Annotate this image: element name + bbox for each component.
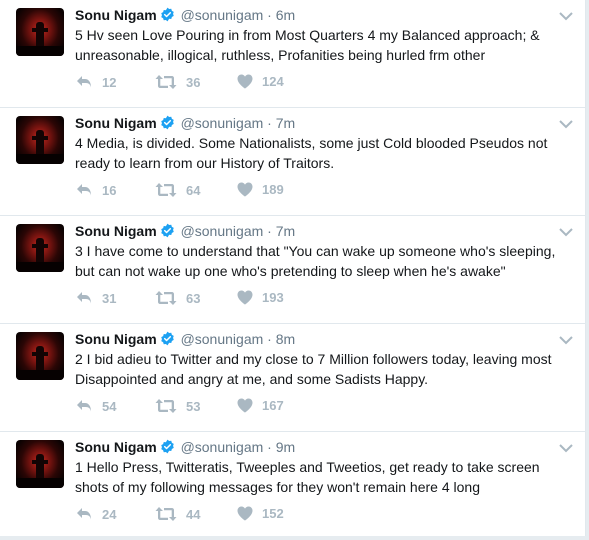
heart-icon <box>237 74 253 89</box>
chevron-down-icon[interactable] <box>559 332 573 350</box>
author-name[interactable]: Sonu Nigam <box>75 223 157 239</box>
heart-icon <box>237 506 253 521</box>
retweet-icon <box>155 506 177 522</box>
retweet-icon <box>155 74 177 90</box>
reply-count: 31 <box>102 290 117 306</box>
timestamp[interactable]: 9m <box>276 439 295 455</box>
reply-count: 16 <box>102 182 117 198</box>
tweet-header: Sonu Nigam @sonunigam · 7m <box>75 114 295 134</box>
reply-icon <box>75 506 93 522</box>
retweet-button[interactable]: 36 <box>155 74 200 90</box>
author-handle[interactable]: @sonunigam <box>181 439 264 455</box>
heart-icon <box>237 182 253 197</box>
chevron-down-icon[interactable] <box>559 440 573 458</box>
like-count: 152 <box>262 506 284 521</box>
avatar[interactable] <box>16 116 64 164</box>
retweet-button[interactable]: 44 <box>155 506 200 522</box>
author-handle[interactable]: @sonunigam <box>181 7 264 23</box>
tweet[interactable]: Sonu Nigam @sonunigam · 8m 2 I bid adieu… <box>0 324 585 432</box>
avatar[interactable] <box>16 440 64 488</box>
like-button[interactable]: 167 <box>237 398 284 413</box>
timestamp[interactable]: 7m <box>276 223 295 239</box>
author-name[interactable]: Sonu Nigam <box>75 439 157 455</box>
timestamp[interactable]: 7m <box>276 115 295 131</box>
author-name[interactable]: Sonu Nigam <box>75 7 157 23</box>
reply-count: 12 <box>102 74 117 90</box>
separator-dot: · <box>267 7 272 23</box>
avatar[interactable] <box>16 8 64 56</box>
chevron-down-icon[interactable] <box>559 116 573 134</box>
verified-badge-icon <box>160 115 175 134</box>
reply-icon <box>75 290 93 306</box>
tweet-header: Sonu Nigam @sonunigam · 7m <box>75 222 295 242</box>
tweet[interactable]: Sonu Nigam @sonunigam · 7m 3 I have come… <box>0 216 585 324</box>
author-name[interactable]: Sonu Nigam <box>75 331 157 347</box>
retweet-count: 64 <box>186 182 201 198</box>
like-button[interactable]: 152 <box>237 506 284 521</box>
timestamp[interactable]: 8m <box>276 331 295 347</box>
retweet-icon <box>155 182 177 198</box>
tweet-text: 3 I have come to understand that "You ca… <box>75 243 556 279</box>
retweet-button[interactable]: 53 <box>155 398 200 414</box>
retweet-icon <box>155 398 177 414</box>
like-button[interactable]: 124 <box>237 74 284 89</box>
verified-badge-icon <box>160 439 175 458</box>
like-count: 193 <box>262 290 284 305</box>
avatar[interactable] <box>16 332 64 380</box>
retweet-icon <box>155 290 177 306</box>
tweet[interactable]: Sonu Nigam @sonunigam · 9m 1 Hello Press… <box>0 432 585 540</box>
chevron-down-icon[interactable] <box>559 224 573 242</box>
reply-count: 24 <box>102 506 117 522</box>
tweet[interactable]: Sonu Nigam @sonunigam · 6m 5 Hv seen Lov… <box>0 0 585 108</box>
reply-icon <box>75 398 93 414</box>
like-button[interactable]: 193 <box>237 290 284 305</box>
tweet-timeline: Sonu Nigam @sonunigam · 6m 5 Hv seen Lov… <box>0 0 586 536</box>
separator-dot: · <box>267 439 272 455</box>
tweet[interactable]: Sonu Nigam @sonunigam · 7m 4 Media, is d… <box>0 108 585 216</box>
retweet-count: 53 <box>186 398 201 414</box>
reply-button[interactable]: 16 <box>75 182 116 198</box>
retweet-button[interactable]: 63 <box>155 290 200 306</box>
reply-icon <box>75 74 93 90</box>
reply-button[interactable]: 54 <box>75 398 116 414</box>
reply-button[interactable]: 12 <box>75 74 116 90</box>
like-count: 167 <box>262 398 284 413</box>
heart-icon <box>237 398 253 413</box>
reply-count: 54 <box>102 398 117 414</box>
tweet-header: Sonu Nigam @sonunigam · 8m <box>75 330 295 350</box>
verified-badge-icon <box>160 7 175 26</box>
author-handle[interactable]: @sonunigam <box>181 223 264 239</box>
reply-button[interactable]: 24 <box>75 506 116 522</box>
separator-dot: · <box>267 331 272 347</box>
chevron-down-icon[interactable] <box>559 8 573 26</box>
verified-badge-icon <box>160 331 175 350</box>
tweet-text: 5 Hv seen Love Pouring in from Most Quar… <box>75 27 540 63</box>
tweet-header: Sonu Nigam @sonunigam · 6m <box>75 6 295 26</box>
tweet-text: 4 Media, is divided. Some Nationalists, … <box>75 135 548 171</box>
heart-icon <box>237 290 253 305</box>
reply-icon <box>75 182 93 198</box>
retweet-count: 36 <box>186 74 201 90</box>
author-handle[interactable]: @sonunigam <box>181 331 264 347</box>
like-button[interactable]: 189 <box>237 182 284 197</box>
tweet-header: Sonu Nigam @sonunigam · 9m <box>75 438 295 458</box>
retweet-button[interactable]: 64 <box>155 182 200 198</box>
like-count: 189 <box>262 182 284 197</box>
like-count: 124 <box>262 74 284 89</box>
author-name[interactable]: Sonu Nigam <box>75 115 157 131</box>
tweet-text: 1 Hello Press, Twitteratis, Tweeples and… <box>75 459 540 495</box>
reply-button[interactable]: 31 <box>75 290 116 306</box>
author-handle[interactable]: @sonunigam <box>181 115 264 131</box>
verified-badge-icon <box>160 223 175 242</box>
timestamp[interactable]: 6m <box>276 7 295 23</box>
retweet-count: 44 <box>186 506 201 522</box>
separator-dot: · <box>267 115 272 131</box>
avatar[interactable] <box>16 224 64 272</box>
separator-dot: · <box>267 223 272 239</box>
tweet-text: 2 I bid adieu to Twitter and my close to… <box>75 351 552 387</box>
retweet-count: 63 <box>186 290 201 306</box>
